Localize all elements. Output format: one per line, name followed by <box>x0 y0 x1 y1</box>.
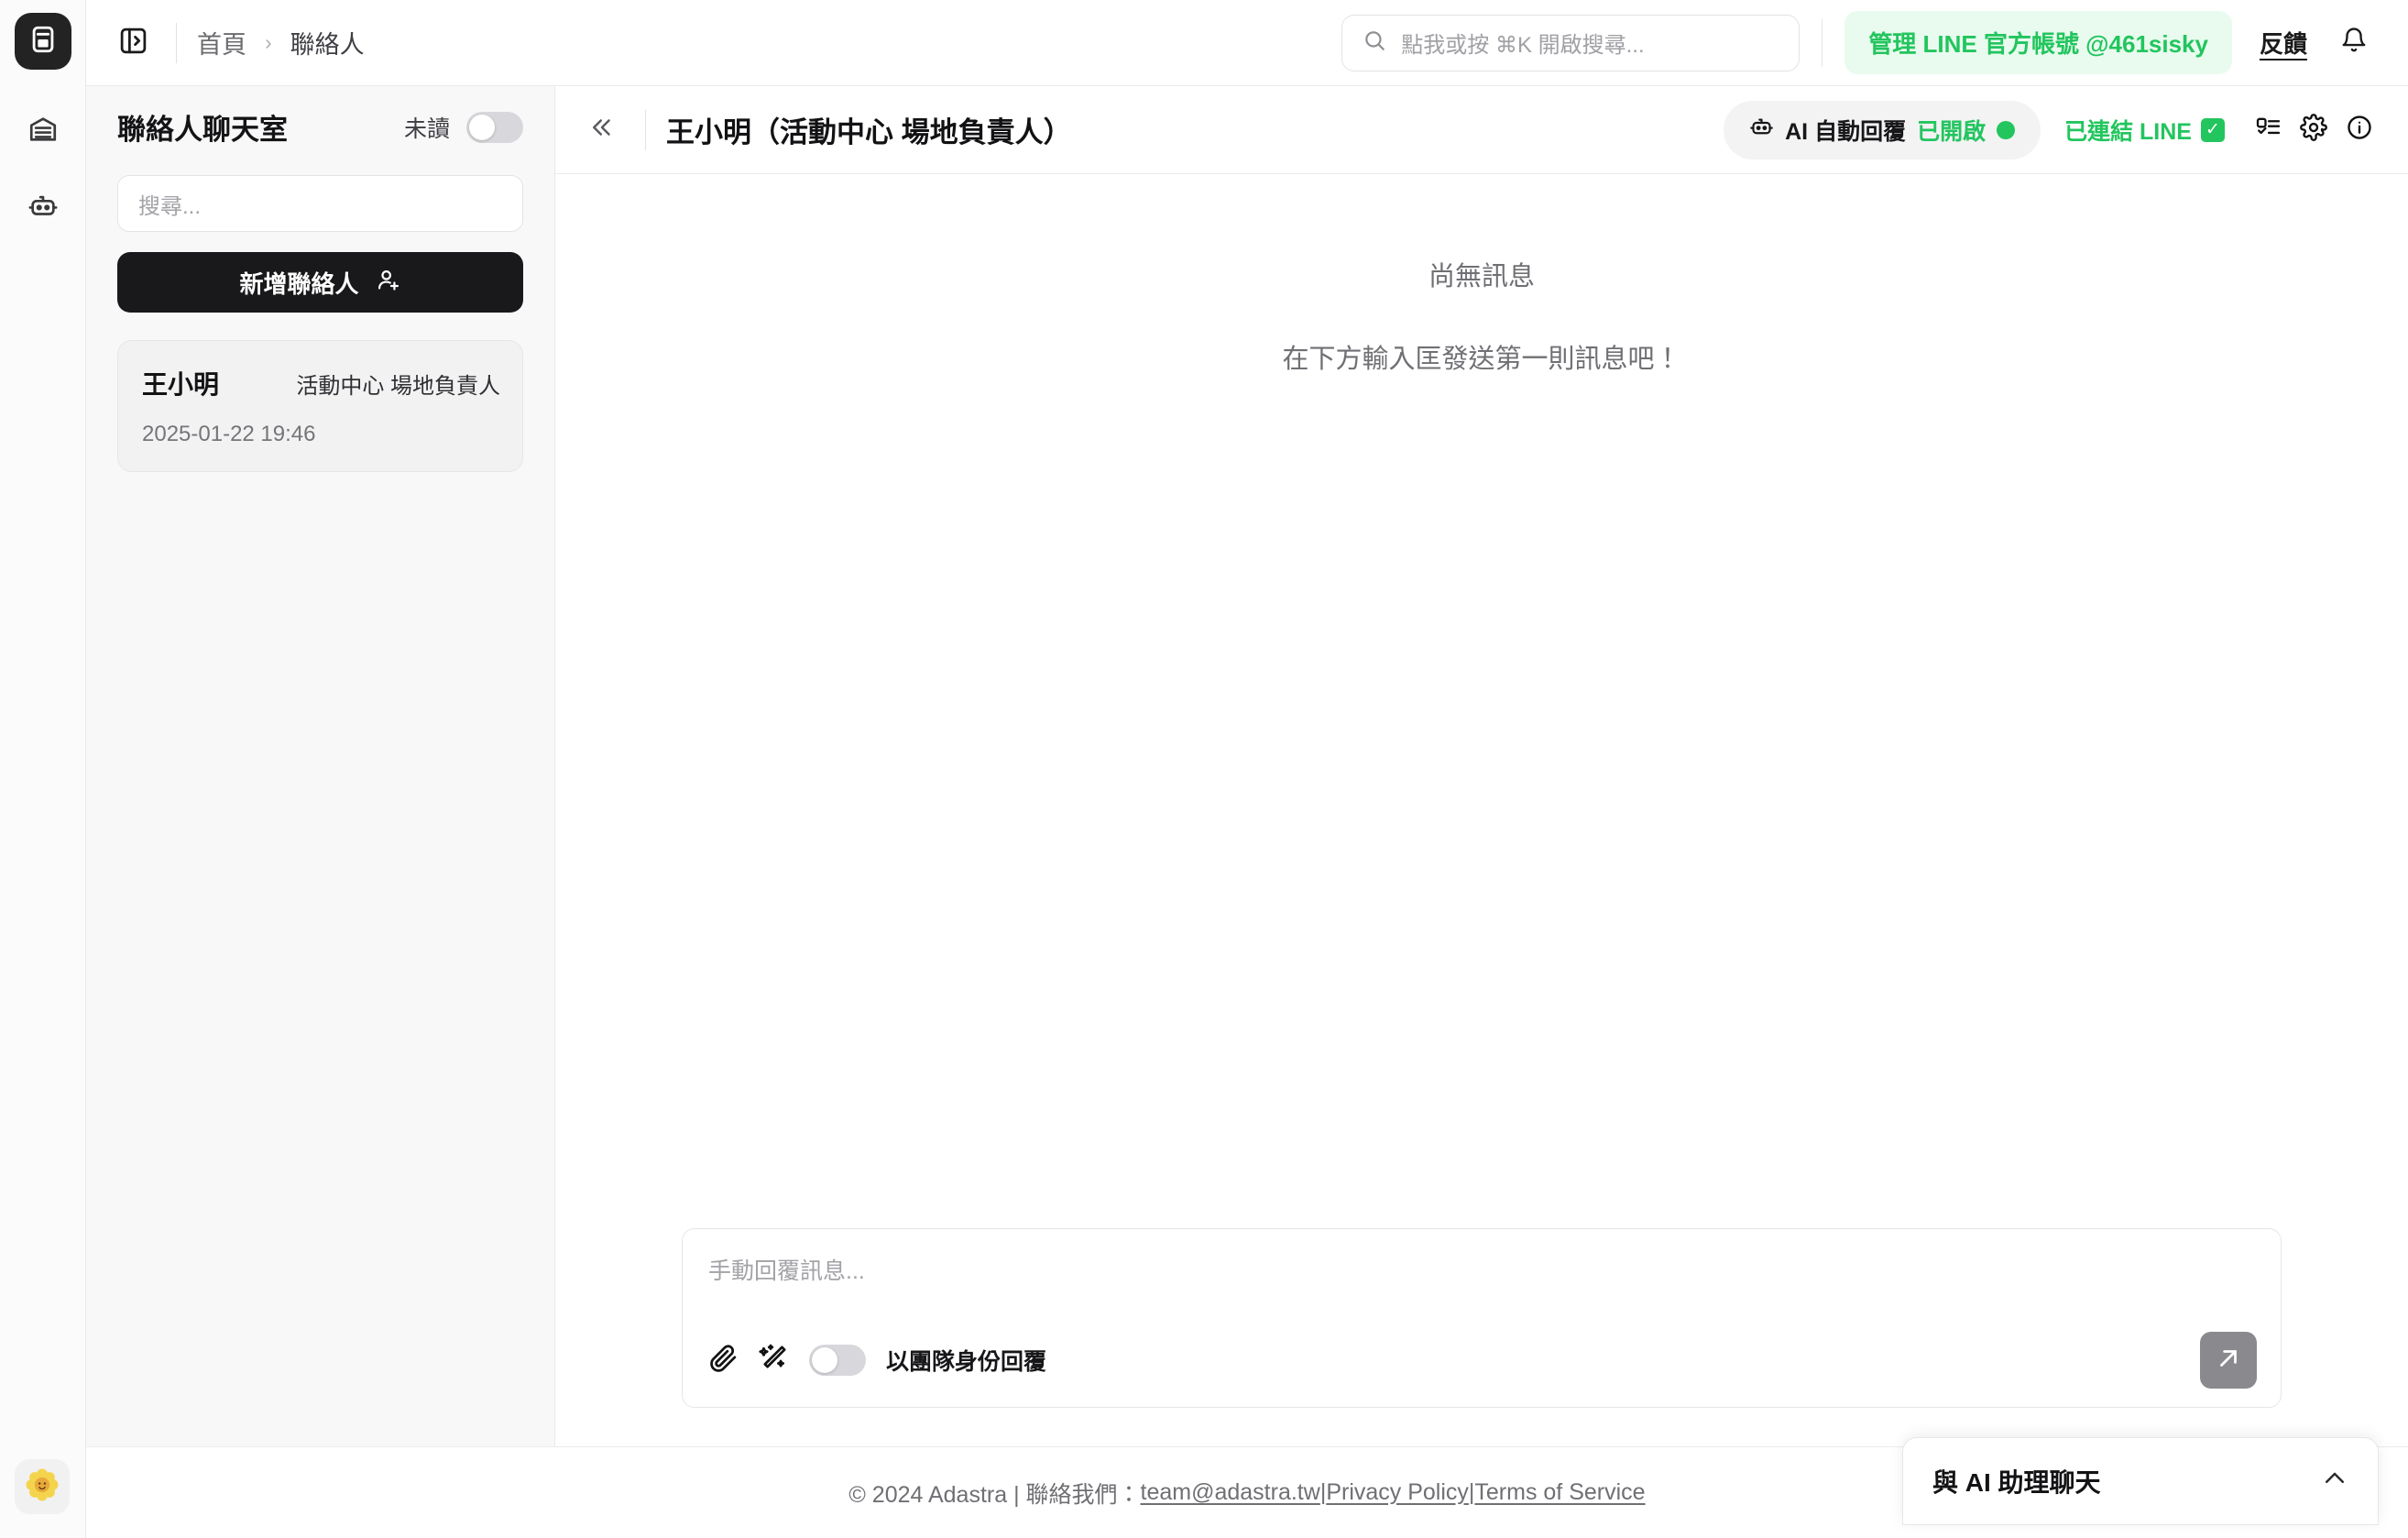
breadcrumb: 首頁 › 聯絡人 <box>197 25 365 60</box>
checklist-button[interactable] <box>2245 107 2291 153</box>
notifications-button[interactable] <box>2331 20 2377 66</box>
sunflower-avatar-icon <box>25 1467 60 1507</box>
sidebar-toggle-button[interactable] <box>110 20 156 66</box>
checklist-icon <box>2255 115 2282 146</box>
chevron-double-left-icon <box>588 114 616 146</box>
warehouse-icon <box>27 114 59 149</box>
sidebar-item-robot[interactable] <box>15 180 71 236</box>
empty-title: 尚無訊息 <box>1428 262 1535 291</box>
unread-filter[interactable]: 未讀 <box>404 111 523 144</box>
panel-title: 聯絡人聊天室 <box>117 114 288 146</box>
feedback-link[interactable]: 反饋 <box>2260 26 2307 60</box>
main-area: 首頁 › 聯絡人 點我或按 ⌘K 開啟搜尋... 管理 LINE 官方帳號 @4… <box>86 0 2408 1538</box>
divider <box>176 22 177 63</box>
left-rail <box>0 0 86 1538</box>
empty-subtitle: 在下方輸入匡發送第一則訊息吧！ <box>1282 345 1681 374</box>
page-title: 王小明（活動中心 場地負責人） <box>666 116 1072 148</box>
body: 聯絡人聊天室 未讀 搜尋... 新增聯絡人 王小明 活動中心 場地負責人 202… <box>86 86 2408 1446</box>
magic-wand-icon <box>759 1343 789 1378</box>
avatar[interactable] <box>15 1459 70 1514</box>
add-contact-label: 新增聯絡人 <box>239 269 359 298</box>
list-item[interactable]: 王小明 活動中心 場地負責人 2025-01-22 19:46 <box>117 340 523 472</box>
add-contact-button[interactable]: 新增聯絡人 <box>117 252 523 313</box>
unread-toggle[interactable] <box>466 111 523 143</box>
settings-button[interactable] <box>2291 107 2337 153</box>
app-logo[interactable] <box>14 13 71 70</box>
ai-generate-button[interactable] <box>759 1343 789 1378</box>
user-plus-icon <box>376 267 401 299</box>
message-input-placeholder: 手動回覆訊息... <box>708 1258 865 1284</box>
arrow-up-right-icon <box>2215 1345 2242 1377</box>
breadcrumb-home[interactable]: 首頁 <box>197 25 246 60</box>
contacts-panel: 聯絡人聊天室 未讀 搜尋... 新增聯絡人 王小明 活動中心 場地負責人 202… <box>86 86 555 1446</box>
footer-email-link[interactable]: team@adastra.tw <box>1141 1479 1320 1506</box>
send-button[interactable] <box>2200 1332 2257 1389</box>
ai-autoreply-status[interactable]: AI 自動回覆 已開啟 <box>1724 100 2041 159</box>
check-badge-icon: ✓ <box>2201 117 2225 142</box>
panel-header: 聯絡人聊天室 未讀 <box>117 106 523 148</box>
breadcrumb-current: 聯絡人 <box>290 31 365 59</box>
ai-autoreply-state: 已開啟 <box>1917 118 1987 145</box>
footer: © 2024 Adastra | 聯絡我們： team@adastra.tw |… <box>86 1437 2408 1538</box>
app-root: 首頁 › 聯絡人 點我或按 ⌘K 開啟搜尋... 管理 LINE 官方帳號 @4… <box>0 0 2408 1538</box>
composer-toolbar: 以團隊身份回覆 <box>708 1299 2257 1389</box>
archive-box-icon <box>27 24 59 60</box>
gear-icon <box>2300 114 2327 146</box>
chat-messages-empty-state: 尚無訊息 在下方輸入匡發送第一則訊息吧！ <box>555 174 2408 1228</box>
contact-row: 王小明 活動中心 場地負責人 <box>142 365 500 401</box>
contact-search-placeholder: 搜尋... <box>138 193 202 219</box>
composer-wrapper: 手動回覆訊息... 以團隊身份回覆 <box>555 1228 2408 1446</box>
contact-name: 王小明 <box>142 370 220 399</box>
chevron-up-icon[interactable] <box>2321 1465 2348 1499</box>
search-input[interactable]: 點我或按 ⌘K 開啟搜尋... <box>1341 14 1801 71</box>
divider <box>645 109 646 150</box>
bell-icon <box>2340 27 2368 59</box>
top-bar: 首頁 › 聯絡人 點我或按 ⌘K 開啟搜尋... 管理 LINE 官方帳號 @4… <box>86 0 2408 86</box>
toggle-knob <box>469 114 495 140</box>
message-composer[interactable]: 手動回覆訊息... 以團隊身份回覆 <box>682 1228 2282 1408</box>
chat-header: 王小明（活動中心 場地負責人） AI 自動回覆 已開啟 已連結 LINE ✓ <box>555 86 2408 174</box>
reply-as-team-label: 以團隊身份回覆 <box>886 1349 1047 1375</box>
ai-assistant-widget[interactable]: 與 AI 助理聊天 <box>1902 1437 2379 1525</box>
search-icon <box>1363 28 1386 57</box>
toggle-knob <box>812 1347 837 1373</box>
collapse-panel-button[interactable] <box>579 107 625 153</box>
search-placeholder: 點我或按 ⌘K 開啟搜尋... <box>1401 33 1645 58</box>
contact-timestamp: 2025-01-22 19:46 <box>142 422 316 446</box>
breadcrumb-separator: › <box>265 30 272 54</box>
panel-expand-icon <box>118 26 148 60</box>
footer-copyright: © 2024 Adastra | 聯絡我們： <box>848 1481 1141 1508</box>
footer-terms-link[interactable]: Terms of Service <box>1474 1479 1645 1506</box>
unread-label: 未讀 <box>403 115 450 142</box>
line-status-label: 已連結 LINE <box>2064 118 2192 145</box>
sidebar-item-warehouse[interactable] <box>15 103 71 159</box>
contact-search-input[interactable]: 搜尋... <box>117 175 523 232</box>
contact-role: 活動中心 場地負責人 <box>296 374 500 399</box>
manage-line-account-button[interactable]: 管理 LINE 官方帳號 @461sisky <box>1844 11 2232 74</box>
ai-assistant-title: 與 AI 助理聊天 <box>1932 1468 2101 1497</box>
footer-privacy-link[interactable]: Privacy Policy <box>1326 1479 1469 1506</box>
info-circle-icon <box>2346 114 2373 146</box>
chat-area: 王小明（活動中心 場地負責人） AI 自動回覆 已開啟 已連結 LINE ✓ 尚… <box>555 86 2408 1446</box>
attach-file-button[interactable] <box>708 1343 739 1378</box>
status-dot-icon <box>1997 120 2016 139</box>
robot-icon <box>1749 115 1774 146</box>
robot-icon <box>27 191 59 226</box>
line-connected-status: 已連結 LINE ✓ <box>2064 114 2225 147</box>
reply-as-team-toggle[interactable] <box>809 1345 866 1376</box>
ai-autoreply-label: AI 自動回覆 <box>1785 118 1907 145</box>
info-button[interactable] <box>2337 107 2382 153</box>
paperclip-icon <box>708 1343 739 1378</box>
